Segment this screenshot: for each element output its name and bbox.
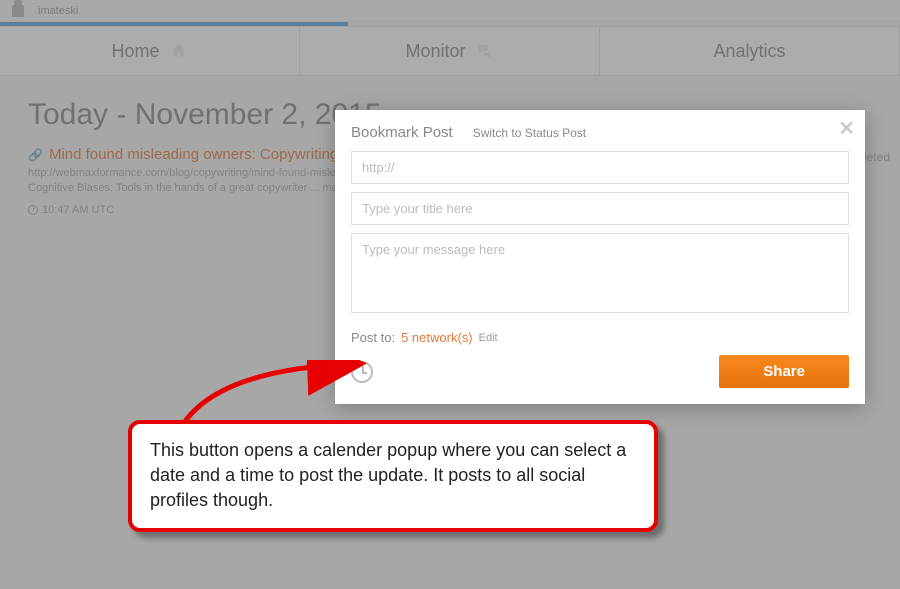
edit-networks-link[interactable]: Edit — [479, 332, 498, 344]
post-to-row: Post to: 5 network(s) Edit — [351, 330, 849, 345]
switch-to-status-link[interactable]: Switch to Status Post — [473, 126, 586, 140]
message-input[interactable] — [351, 233, 849, 313]
bookmark-post-modal: ✕ Bookmark Post Switch to Status Post Po… — [335, 110, 865, 404]
schedule-button[interactable] — [351, 361, 373, 383]
url-input[interactable] — [351, 151, 849, 184]
annotation-text: This button opens a calender popup where… — [150, 438, 636, 514]
modal-title: Bookmark Post — [351, 124, 453, 141]
annotation-callout: This button opens a calender popup where… — [128, 420, 658, 532]
close-icon[interactable]: ✕ — [838, 116, 855, 141]
networks-count: 5 network(s) — [401, 330, 473, 345]
title-input[interactable] — [351, 192, 849, 225]
share-button[interactable]: Share — [719, 355, 849, 388]
post-to-label: Post to: — [351, 330, 395, 345]
